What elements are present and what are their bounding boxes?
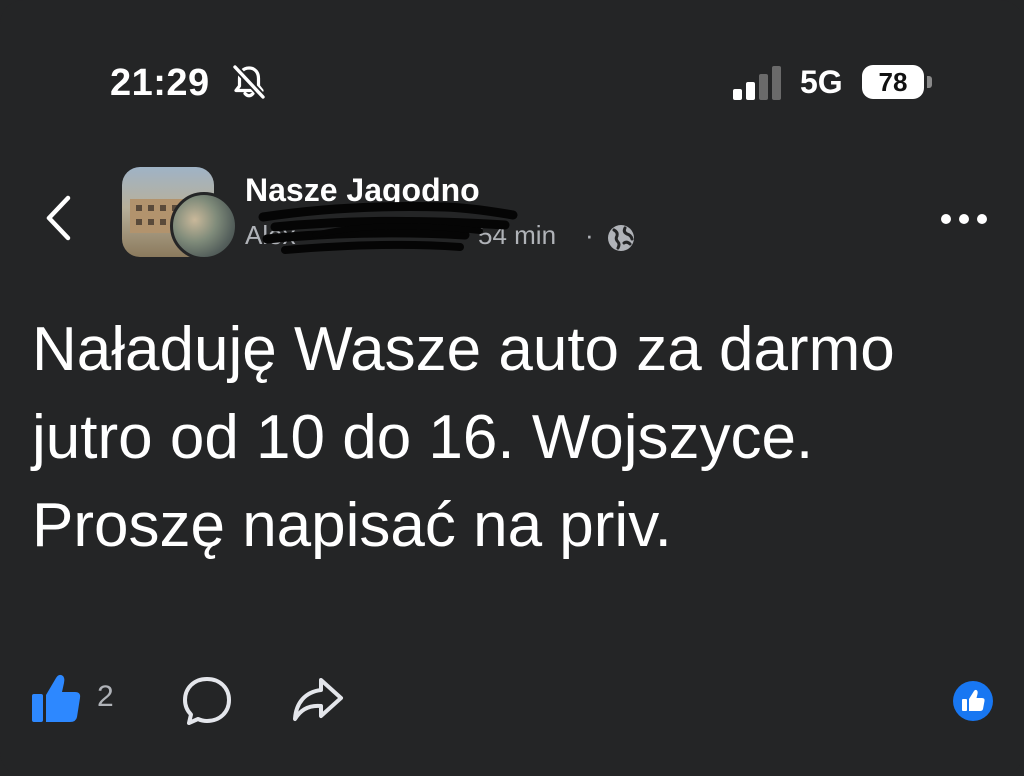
share-arrow-icon[interactable]: [290, 674, 346, 726]
battery-cap: [927, 76, 932, 88]
redaction-scribble: [258, 202, 518, 254]
status-time: 21:29: [110, 62, 210, 104]
like-reaction-badge-icon: [953, 681, 993, 721]
comment-bubble-icon[interactable]: [180, 674, 234, 728]
meta-separator: ·: [585, 220, 594, 250]
globe-icon: [608, 225, 634, 251]
author-avatar[interactable]: [170, 192, 238, 260]
cellular-signal-icon: [733, 66, 781, 100]
more-dots-icon[interactable]: [938, 205, 990, 233]
thumbs-up-icon[interactable]: [28, 670, 84, 726]
bell-slash-icon: [232, 64, 266, 100]
chevron-left-icon[interactable]: [38, 190, 78, 246]
post-screen: 21:29 5G 78 Nasze Jagodno Alex 54 min · …: [0, 0, 1024, 776]
like-count: 2: [97, 680, 114, 713]
battery-level: 78: [862, 65, 924, 99]
post-text: Naładuję Wasze auto za darmo jutro od 10…: [32, 315, 895, 560]
network-type: 5G: [800, 64, 843, 100]
